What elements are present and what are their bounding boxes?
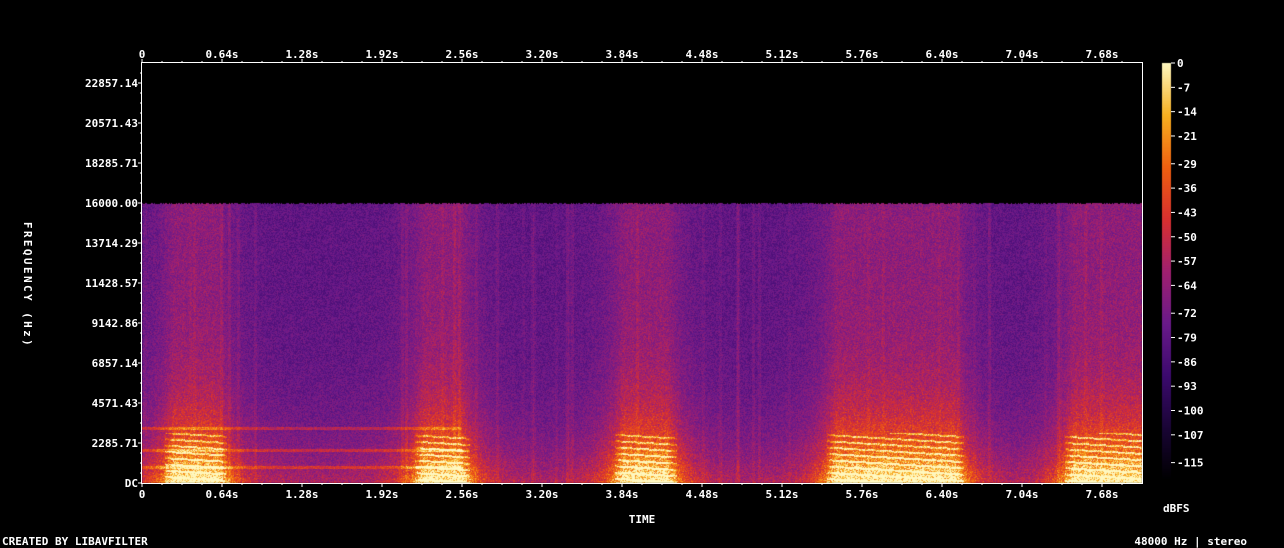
colorbar-tick-label: -7 — [1177, 81, 1190, 94]
x-tick-label-bottom: 7.04s — [1005, 488, 1038, 501]
x-tick-label-top: 0.64s — [205, 48, 238, 61]
x-tick-label-top: 6.40s — [925, 48, 958, 61]
x-tick-label-top: 2.56s — [445, 48, 478, 61]
colorbar-tick-label: -29 — [1177, 158, 1197, 171]
x-tick-label-bottom: 6.40s — [925, 488, 958, 501]
x-tick-label-bottom: 4.48s — [685, 488, 718, 501]
x-tick-label-bottom: 0.64s — [205, 488, 238, 501]
y-tick-label: DC — [125, 477, 138, 490]
y-tick-label: 2285.71 — [92, 437, 139, 450]
x-tick-label-bottom: 1.28s — [285, 488, 318, 501]
x-tick-label-bottom: 0 — [139, 488, 146, 501]
colorbar-tick-label: -36 — [1177, 182, 1197, 195]
colorbar-axis: 0 -7 -14 -21 -29 -36 -43 -50 -57 -64 -72 -79 -86 -93 -… — [1171, 57, 1204, 470]
footer-credit: CREATED BY LIBAVFILTER — [2, 535, 148, 548]
colorbar-tick-label: -86 — [1177, 356, 1197, 369]
y-tick-label: 6857.14 — [92, 357, 139, 370]
colorbar-tick-label: -21 — [1177, 130, 1197, 143]
y-tick-label: 4571.43 — [92, 397, 138, 410]
x-axis-top: 0 0.64s 1.28s 1.92s 2.56s 3.20s 3.84s 4.48s 5.12… — [139, 48, 1123, 63]
chart-overlay: 0 0.64s 1.28s 1.92s 2.56s 3.20s 3.84s 4.48s 5.12… — [2, 48, 1247, 548]
y-tick-label: 16000.00 — [85, 197, 138, 210]
y-tick-label: 13714.29 — [85, 237, 138, 250]
x-tick-label-top: 5.76s — [845, 48, 878, 61]
x-tick-label-bottom: 7.68s — [1085, 488, 1118, 501]
x-tick-label-bottom: 2.56s — [445, 488, 478, 501]
colorbar-tick-label: -115 — [1177, 457, 1204, 470]
x-tick-label-top: 1.92s — [365, 48, 398, 61]
plot-frame — [141, 62, 1143, 484]
colorbar-tick-label: -72 — [1177, 307, 1197, 320]
x-axis-label: TIME — [629, 513, 656, 526]
colorbar-tick-label: 0 — [1177, 57, 1184, 70]
colorbar-tick-label: -93 — [1177, 380, 1197, 393]
x-tick-label-bottom: 3.20s — [525, 488, 558, 501]
colorbar-tick-label: -50 — [1177, 231, 1197, 244]
x-tick-label-top: 3.84s — [605, 48, 638, 61]
y-tick-label: 22857.14 — [85, 77, 138, 90]
y-axis: DC 2285.71 4571.43 6857.14 9142.86 11428.57 13… — [85, 72, 142, 490]
y-tick-label: 9142.86 — [92, 317, 139, 330]
x-tick-label-top: 7.04s — [1005, 48, 1038, 61]
colorbar-tick-label: -64 — [1177, 279, 1197, 292]
colorbar-tick-label: -57 — [1177, 255, 1197, 268]
x-tick-label-top: 4.48s — [685, 48, 718, 61]
x-tick-label-top: 3.20s — [525, 48, 558, 61]
colorbar-tick-label: -43 — [1177, 206, 1197, 219]
colorbar-tick-label: -100 — [1177, 405, 1204, 418]
y-tick-label: 18285.71 — [85, 157, 138, 170]
x-tick-label-bottom: 1.92s — [365, 488, 398, 501]
x-tick-label-top: 5.12s — [765, 48, 798, 61]
y-tick-label: 20571.43 — [85, 117, 138, 130]
colorbar-tick-label: -79 — [1177, 332, 1197, 345]
colorbar-label: dBFS — [1163, 502, 1190, 515]
x-tick-label-bottom: 5.12s — [765, 488, 798, 501]
x-tick-label-bottom: 3.84s — [605, 488, 638, 501]
x-tick-label-bottom: 5.76s — [845, 488, 878, 501]
x-tick-label-top: 1.28s — [285, 48, 318, 61]
y-tick-label: 11428.57 — [85, 277, 138, 290]
x-tick-label-top: 7.68s — [1085, 48, 1118, 61]
y-axis-label: FREQUENCY (Hz) — [21, 222, 34, 348]
x-tick-label-top: 0 — [139, 48, 146, 61]
colorbar-tick-label: -14 — [1177, 106, 1197, 119]
footer-sample-info: 48000 Hz | stereo — [1134, 535, 1247, 548]
x-axis-bottom: 0 0.64s 1.28s 1.92s 2.56s 3.20s 3.84s 4.48s 5.12… — [139, 483, 1123, 501]
colorbar-tick-label: -107 — [1177, 429, 1204, 442]
